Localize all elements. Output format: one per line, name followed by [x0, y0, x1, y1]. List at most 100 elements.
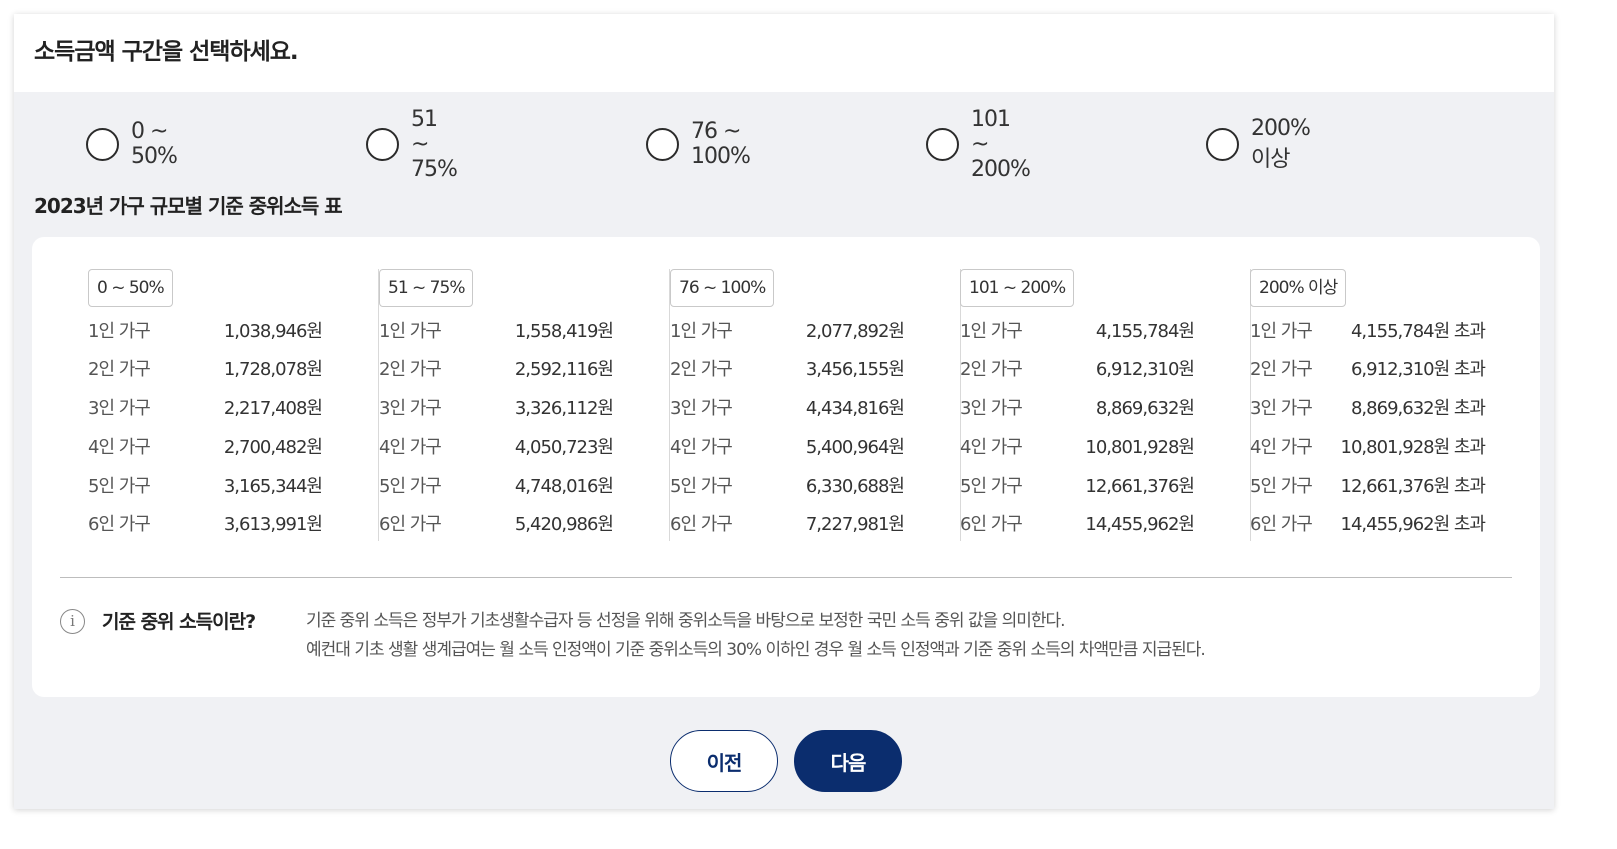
income-amount: 2,592,116원: [514, 359, 614, 380]
table-row: 1인 가구 1,558,419원: [379, 317, 614, 347]
table-row: 4인 가구 5,400,964원: [670, 433, 905, 463]
income-column-76-100: 76 ~ 100% 1인 가구 2,077,892원 2인 가구 3,456,155…: [670, 269, 961, 541]
radio-button[interactable]: [86, 127, 119, 161]
table-row: 4인 가구 10,801,928원: [960, 433, 1195, 463]
option-label: 51 ~ 75%: [411, 106, 458, 182]
range-tag: 76 ~ 100%: [670, 269, 775, 307]
household-size: 1인 가구: [379, 321, 442, 342]
table-row: 1인 가구 4,155,784원 초과: [1250, 317, 1486, 347]
household-size: 6인 가구: [960, 514, 1023, 535]
income-amount: 1,728,078원: [223, 359, 323, 380]
range-tag: 0 ~ 50%: [88, 269, 173, 307]
household-size: 5인 가구: [379, 476, 442, 497]
info-description: 기준 중위 소득은 정부가 기초생활수급자 등 선정을 위해 중위소득을 바탕으…: [306, 607, 1506, 665]
option-label: 0 ~ 50%: [131, 119, 178, 169]
income-amount: 12,661,376원 초과: [1340, 476, 1486, 497]
income-amount: 2,077,892원: [805, 321, 905, 342]
household-size: 6인 가구: [88, 514, 151, 535]
table-row: 5인 가구 12,661,376원 초과: [1250, 472, 1486, 502]
household-size: 2인 가구: [670, 359, 733, 380]
household-size: 1인 가구: [88, 321, 151, 342]
table-row: 2인 가구 1,728,078원: [88, 355, 323, 385]
income-column-0-50: 0 ~ 50% 1인 가구 1,038,946원 2인 가구 1,728,078원 …: [88, 269, 379, 541]
household-size: 3인 가구: [670, 398, 733, 419]
table-row: 5인 가구 12,661,376원: [960, 472, 1195, 502]
table-row: 1인 가구 4,155,784원: [960, 317, 1195, 347]
income-amount: 14,455,962원 초과: [1340, 514, 1486, 535]
table-row: 3인 가구 4,434,816원: [670, 394, 905, 424]
range-tag: 101 ~ 200%: [960, 269, 1075, 307]
table-row: 1인 가구 1,038,946원: [88, 317, 323, 347]
median-income-table-panel: 0 ~ 50% 1인 가구 1,038,946원 2인 가구 1,728,078원 …: [32, 237, 1540, 697]
income-amount: 5,420,986원: [514, 514, 614, 535]
income-amount: 4,155,784원 초과: [1350, 321, 1486, 342]
table-row: 2인 가구 3,456,155원: [670, 355, 905, 385]
income-amount: 6,912,310원 초과: [1350, 359, 1486, 380]
radio-button[interactable]: [646, 127, 679, 161]
radio-button[interactable]: [926, 127, 959, 161]
income-amount: 10,801,928원 초과: [1340, 437, 1486, 458]
table-row: 4인 가구 4,050,723원: [379, 433, 614, 463]
table-row: 5인 가구 6,330,688원: [670, 472, 905, 502]
option-76-100[interactable]: 76 ~ 100%: [646, 119, 751, 169]
household-size: 1인 가구: [960, 321, 1023, 342]
table-row: 6인 가구 14,455,962원: [960, 510, 1195, 540]
income-selection-card: 소득금액 구간을 선택하세요. 0 ~ 50% 51 ~ 75% 76 ~ 10…: [14, 14, 1554, 809]
option-0-50[interactable]: 0 ~ 50%: [86, 119, 178, 169]
prev-button[interactable]: 이전: [670, 730, 778, 792]
table-row: 1인 가구 2,077,892원: [670, 317, 905, 347]
income-amount: 1,038,946원: [223, 321, 323, 342]
income-amount: 3,165,344원: [223, 476, 323, 497]
option-51-75[interactable]: 51 ~ 75%: [366, 107, 458, 182]
table-row: 6인 가구 7,227,981원: [670, 510, 905, 540]
income-amount: 4,434,816원: [805, 398, 905, 419]
table-row: 6인 가구 3,613,991원: [88, 510, 323, 540]
household-size: 3인 가구: [960, 398, 1023, 419]
table-row: 5인 가구 3,165,344원: [88, 472, 323, 502]
income-amount: 12,661,376원: [1085, 476, 1195, 497]
household-size: 4인 가구: [1250, 437, 1313, 458]
table-row: 2인 가구 2,592,116원: [379, 355, 614, 385]
table-title: 2023년 가구 규모별 기준 중위소득 표: [34, 194, 343, 218]
income-amount: 5,400,964원: [805, 437, 905, 458]
household-size: 2인 가구: [960, 359, 1023, 380]
household-size: 1인 가구: [1250, 321, 1313, 342]
income-amount: 6,912,310원: [1095, 359, 1195, 380]
household-size: 3인 가구: [1250, 398, 1313, 419]
table-row: 4인 가구 10,801,928원 초과: [1250, 433, 1486, 463]
radio-button[interactable]: [1206, 127, 1239, 161]
radio-button[interactable]: [366, 127, 399, 161]
household-size: 5인 가구: [960, 476, 1023, 497]
table-row: 3인 가구 8,869,632원 초과: [1250, 394, 1486, 424]
table-row: 6인 가구 14,455,962원 초과: [1250, 510, 1486, 540]
divider: [60, 577, 1512, 578]
income-amount: 10,801,928원: [1085, 437, 1195, 458]
table-row: 6인 가구 5,420,986원: [379, 510, 614, 540]
table-row: 3인 가구 8,869,632원: [960, 394, 1195, 424]
income-amount: 4,155,784원: [1095, 321, 1195, 342]
income-amount: 4,748,016원: [514, 476, 614, 497]
next-button[interactable]: 다음: [794, 730, 902, 792]
table-row: 4인 가구 2,700,482원: [88, 433, 323, 463]
household-size: 5인 가구: [670, 476, 733, 497]
household-size: 3인 가구: [88, 398, 151, 419]
household-size: 4인 가구: [88, 437, 151, 458]
income-amount: 3,456,155원: [805, 359, 905, 380]
income-amount: 1,558,419원: [514, 321, 614, 342]
household-size: 2인 가구: [1250, 359, 1313, 380]
range-tag: 200% 이상: [1250, 269, 1347, 307]
table-row: 3인 가구 3,326,112원: [379, 394, 614, 424]
table-row: 3인 가구 2,217,408원: [88, 394, 323, 424]
income-amount: 14,455,962원: [1085, 514, 1195, 535]
option-200-plus[interactable]: 200% 이상: [1206, 116, 1311, 172]
option-label: 76 ~ 100%: [691, 119, 751, 169]
option-label: 101 ~ 200%: [971, 106, 1031, 182]
table-row: 2인 가구 6,912,310원 초과: [1250, 355, 1486, 385]
option-101-200[interactable]: 101 ~ 200%: [926, 107, 1031, 182]
household-size: 2인 가구: [379, 359, 442, 380]
household-size: 4인 가구: [379, 437, 442, 458]
table-row: 5인 가구 4,748,016원: [379, 472, 614, 502]
income-column-51-75: 51 ~ 75% 1인 가구 1,558,419원 2인 가구 2,592,116원…: [379, 269, 670, 541]
household-size: 2인 가구: [88, 359, 151, 380]
income-amount: 2,217,408원: [223, 398, 323, 419]
